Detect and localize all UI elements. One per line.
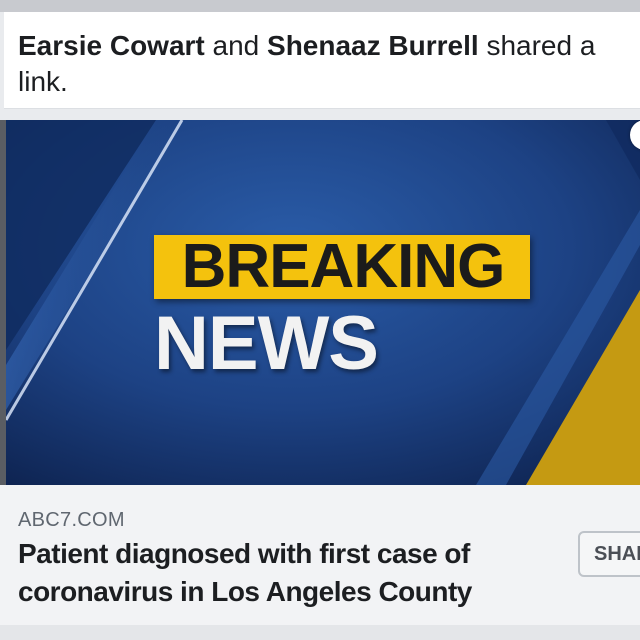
story-text: Earsie Cowart and Shenaaz Burrell shared… xyxy=(18,28,618,100)
link-domain: ABC7.COM xyxy=(18,509,125,531)
news-label: NEWS xyxy=(154,301,379,386)
actor-name-2[interactable]: Shenaaz Burrell xyxy=(267,30,479,61)
bottom-strip xyxy=(0,625,640,640)
link-headline[interactable]: Patient diagnosed with first case of cor… xyxy=(18,535,558,611)
top-strip xyxy=(0,0,640,12)
share-button[interactable]: SHARE xyxy=(578,531,640,577)
breaking-label: BREAKING xyxy=(181,232,506,301)
actor-name-1[interactable]: Earsie Cowart xyxy=(18,30,205,61)
link-preview-image[interactable]: BREAKING NEWS xyxy=(6,120,640,485)
story-header: Earsie Cowart and Shenaaz Burrell shared… xyxy=(4,12,640,109)
link-preview-footer[interactable]: ABC7.COM Patient diagnosed with first ca… xyxy=(0,485,640,625)
story-joiner: and xyxy=(212,30,260,61)
